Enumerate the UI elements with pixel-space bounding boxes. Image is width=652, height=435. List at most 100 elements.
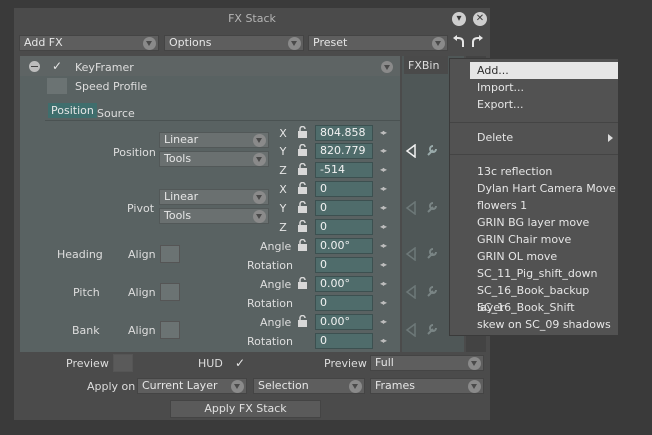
bank-label: Bank bbox=[72, 324, 100, 337]
frames-dropdown[interactable]: Frames bbox=[370, 378, 484, 394]
position-interp-label: Linear bbox=[164, 133, 199, 146]
lock-icon[interactable] bbox=[297, 277, 308, 289]
options-dropdown[interactable]: Options bbox=[164, 35, 304, 51]
keyframe-icon[interactable] bbox=[405, 322, 417, 338]
fxbin-tab[interactable]: FXBin bbox=[404, 56, 448, 74]
wrench-icon[interactable] bbox=[425, 246, 439, 260]
bank-angle-input[interactable]: 0.00° bbox=[315, 314, 373, 330]
preview-quality-label: Full bbox=[375, 356, 394, 369]
menu-item-import[interactable]: Import... bbox=[450, 79, 618, 96]
menu-item-preset[interactable]: Dylan Hart Camera Move bbox=[450, 180, 618, 197]
lock-icon[interactable] bbox=[297, 239, 308, 251]
tab-position[interactable]: Position bbox=[48, 103, 97, 118]
pivot-tools-label: Tools bbox=[164, 209, 192, 222]
fxbin-context-menu: Add... Import... Export... Delete 13c re… bbox=[449, 58, 619, 336]
chevron-down-icon bbox=[349, 380, 362, 393]
menu-item-preset[interactable]: SC_16_Book_Shift bbox=[450, 299, 618, 316]
menu-item-preset[interactable]: SC_16_Book_backup layer bbox=[450, 282, 618, 314]
menu-separator bbox=[450, 154, 618, 155]
close-icon[interactable]: ✕ bbox=[473, 12, 487, 26]
bank-align-checkbox[interactable] bbox=[160, 321, 180, 339]
collapse-icon[interactable]: ▾ bbox=[452, 12, 466, 26]
lock-icon[interactable] bbox=[297, 201, 308, 213]
position-y-axis-label: Y bbox=[279, 145, 287, 158]
tab-source[interactable]: Source bbox=[97, 107, 135, 120]
menu-item-preset[interactable]: GRIN Chair move bbox=[450, 231, 618, 248]
position-y-input[interactable]: 820.779 bbox=[315, 143, 373, 159]
keyframe-icon[interactable] bbox=[405, 200, 417, 216]
lock-icon[interactable] bbox=[297, 163, 308, 175]
preview-checkbox[interactable] bbox=[113, 354, 133, 372]
menu-item-preset[interactable]: GRIN OL move bbox=[450, 248, 618, 265]
pitch-rotation-stepper-icon[interactable]: ◂▸ bbox=[380, 298, 387, 307]
menu-item-preset[interactable]: flowers 1 bbox=[450, 197, 618, 214]
bank-angle-stepper-icon[interactable]: ◂▸ bbox=[380, 317, 387, 326]
lock-icon[interactable] bbox=[297, 182, 308, 194]
menu-item-delete[interactable]: Delete bbox=[450, 129, 618, 146]
bank-rotation-label: Rotation bbox=[247, 335, 294, 348]
wrench-icon[interactable] bbox=[425, 322, 439, 336]
lock-icon[interactable] bbox=[297, 220, 308, 232]
selection-dropdown[interactable]: Selection bbox=[253, 378, 365, 394]
pivot-label: Pivot bbox=[127, 202, 155, 215]
menu-item-preset[interactable]: SC_11_Pig_shift_down bbox=[450, 265, 618, 282]
menu-item-add[interactable]: Add... bbox=[470, 62, 618, 79]
wrench-icon[interactable] bbox=[425, 200, 439, 214]
window-title: FX Stack bbox=[228, 12, 276, 25]
position-z-input[interactable]: -514 bbox=[315, 162, 373, 178]
position-interp-dropdown[interactable]: Linear bbox=[159, 132, 269, 148]
heading-rotation-stepper-icon[interactable]: ◂▸ bbox=[380, 260, 387, 269]
apply-fx-stack-button[interactable]: Apply FX Stack bbox=[170, 400, 321, 418]
position-x-input[interactable]: 804.858 bbox=[315, 125, 373, 141]
pivot-z-input[interactable]: 0 bbox=[315, 219, 373, 235]
position-z-stepper-icon[interactable]: ◂▸ bbox=[380, 165, 387, 174]
lock-icon[interactable] bbox=[297, 126, 308, 138]
pitch-angle-stepper-icon[interactable]: ◂▸ bbox=[380, 279, 387, 288]
menu-item-preset[interactable]: 13c reflection bbox=[450, 163, 618, 180]
keyframe-icon[interactable] bbox=[405, 284, 417, 300]
heading-rotation-input[interactable]: 0 bbox=[315, 257, 373, 273]
lock-icon[interactable] bbox=[297, 144, 308, 156]
position-x-stepper-icon[interactable]: ◂▸ bbox=[380, 128, 387, 137]
wrench-icon[interactable] bbox=[425, 284, 439, 298]
bank-rotation-stepper-icon[interactable]: ◂▸ bbox=[380, 336, 387, 345]
wrench-icon[interactable] bbox=[425, 143, 439, 157]
pitch-angle-label: Angle bbox=[260, 278, 292, 291]
pitch-align-checkbox[interactable] bbox=[160, 283, 180, 301]
menu-item-preset[interactable]: skew on SC_09 shadows bbox=[450, 316, 618, 333]
remove-fx-icon[interactable] bbox=[29, 61, 40, 72]
heading-angle-input[interactable]: 0.00° bbox=[315, 238, 373, 254]
pitch-angle-input[interactable]: 0.00° bbox=[315, 276, 373, 292]
bank-rotation-input[interactable]: 0 bbox=[315, 333, 373, 349]
pivot-y-input[interactable]: 0 bbox=[315, 200, 373, 216]
pivot-z-stepper-icon[interactable]: ◂▸ bbox=[380, 222, 387, 231]
position-y-stepper-icon[interactable]: ◂▸ bbox=[380, 146, 387, 155]
preview-quality-dropdown[interactable]: Full bbox=[370, 355, 484, 371]
apply-target-dropdown[interactable]: Current Layer bbox=[137, 378, 247, 394]
pivot-y-stepper-icon[interactable]: ◂▸ bbox=[380, 203, 387, 212]
menu-item-preset[interactable]: GRIN BG layer move bbox=[450, 214, 618, 231]
position-tools-dropdown[interactable]: Tools bbox=[159, 151, 269, 167]
tab-divider bbox=[45, 120, 400, 121]
pivot-z-axis-label: Z bbox=[279, 221, 287, 234]
undo-icon[interactable] bbox=[452, 34, 466, 50]
frames-label: Frames bbox=[375, 379, 416, 392]
speed-profile-swatch[interactable] bbox=[47, 78, 67, 94]
pivot-tools-dropdown[interactable]: Tools bbox=[159, 208, 269, 224]
hud-checkmark-icon[interactable]: ✓ bbox=[235, 356, 245, 370]
keyframe-icon[interactable] bbox=[405, 246, 417, 262]
fx-menu-chevron-icon[interactable] bbox=[381, 61, 393, 73]
preset-dropdown[interactable]: Preset bbox=[308, 35, 448, 51]
heading-angle-stepper-icon[interactable]: ◂▸ bbox=[380, 241, 387, 250]
lock-icon[interactable] bbox=[297, 315, 308, 327]
heading-align-checkbox[interactable] bbox=[160, 245, 180, 263]
redo-icon[interactable] bbox=[470, 34, 484, 50]
keyframe-active-icon[interactable] bbox=[405, 143, 417, 159]
pivot-x-stepper-icon[interactable]: ◂▸ bbox=[380, 184, 387, 193]
pivot-interp-dropdown[interactable]: Linear bbox=[159, 189, 269, 205]
pivot-x-input[interactable]: 0 bbox=[315, 181, 373, 197]
pitch-rotation-input[interactable]: 0 bbox=[315, 295, 373, 311]
enable-fx-checkmark-icon[interactable]: ✓ bbox=[52, 59, 62, 73]
add-fx-dropdown[interactable]: Add FX bbox=[19, 35, 159, 51]
menu-item-export[interactable]: Export... bbox=[450, 96, 618, 113]
